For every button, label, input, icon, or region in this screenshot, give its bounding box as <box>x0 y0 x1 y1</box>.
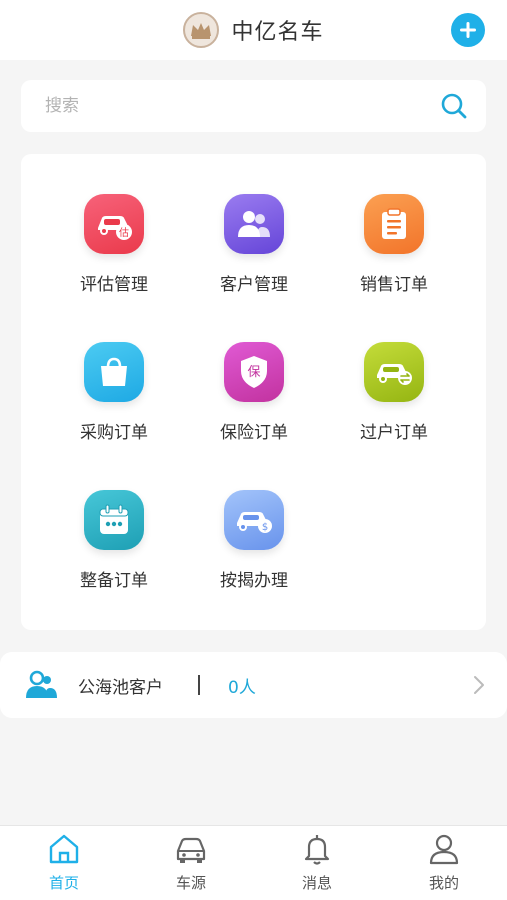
tab-car-source[interactable]: 车源 <box>151 832 231 898</box>
tile-label: 按揭办理 <box>220 571 288 591</box>
tile-label: 过户订单 <box>360 423 428 443</box>
tab-me[interactable]: 我的 <box>404 832 484 898</box>
plus-icon <box>460 22 476 38</box>
customers-icon <box>224 194 284 254</box>
car-appraisal-icon: 估 <box>84 194 144 254</box>
tile-label: 采购订单 <box>80 423 148 443</box>
user-icon <box>429 834 459 865</box>
bottom-tab-bar: 首页 车源 消息 我的 <box>0 825 507 900</box>
tile-prep-order[interactable]: 整备订单 <box>54 490 174 600</box>
clipboard-icon <box>364 194 424 254</box>
car-icon <box>176 837 206 863</box>
chevron-right-icon <box>474 676 484 694</box>
tab-home[interactable]: 首页 <box>24 832 104 898</box>
crown-logo-icon <box>183 12 220 48</box>
add-button[interactable] <box>451 13 485 47</box>
search-bar <box>21 80 486 132</box>
customers-icon <box>26 670 57 698</box>
insurance-shield-icon: 保 <box>224 342 284 402</box>
search-icon[interactable] <box>440 92 468 120</box>
tab-label: 我的 <box>428 874 459 892</box>
search-input[interactable] <box>45 80 425 132</box>
tile-insurance-order[interactable]: 保 保险订单 <box>194 342 314 452</box>
tile-label: 销售订单 <box>360 275 428 295</box>
brand: 中亿名车 <box>0 12 507 48</box>
calendar-icon <box>84 490 144 550</box>
pool-label: 公海池客户 <box>78 678 163 698</box>
tab-label: 首页 <box>48 874 79 892</box>
tile-label: 保险订单 <box>220 423 288 443</box>
svg-text:估: 估 <box>119 226 129 239</box>
public-pool-row[interactable]: 公海池客户 0人 <box>0 652 507 718</box>
home-icon <box>49 834 79 864</box>
car-loan-icon: $ <box>224 490 284 550</box>
tile-mortgage[interactable]: $ 按揭办理 <box>194 490 314 600</box>
app-header: 中亿名车 <box>0 0 507 60</box>
tile-customers[interactable]: 客户管理 <box>194 194 314 304</box>
tab-label: 消息 <box>301 874 332 892</box>
tile-label: 客户管理 <box>220 275 288 295</box>
tile-appraisal[interactable]: 估 评估管理 <box>54 194 174 304</box>
svg-text:保: 保 <box>247 365 260 380</box>
tile-sales-order[interactable]: 销售订单 <box>334 194 454 304</box>
bell-icon <box>304 835 330 865</box>
svg-text:$: $ <box>262 522 268 533</box>
tab-messages[interactable]: 消息 <box>277 832 357 898</box>
function-grid: 估 评估管理 客户管理 销售订单 采购订单 保 保险订单 过户订单 整备订单 $… <box>21 154 486 630</box>
tab-label: 车源 <box>175 874 206 892</box>
shopping-bag-icon <box>84 342 144 402</box>
tile-transfer-order[interactable]: 过户订单 <box>334 342 454 452</box>
tile-label: 评估管理 <box>80 275 148 295</box>
divider <box>198 675 200 695</box>
car-transfer-icon <box>364 342 424 402</box>
tile-purchase-order[interactable]: 采购订单 <box>54 342 174 452</box>
pool-count: 0人 <box>228 678 256 698</box>
app-title: 中亿名车 <box>231 20 324 45</box>
tile-label: 整备订单 <box>80 571 148 591</box>
